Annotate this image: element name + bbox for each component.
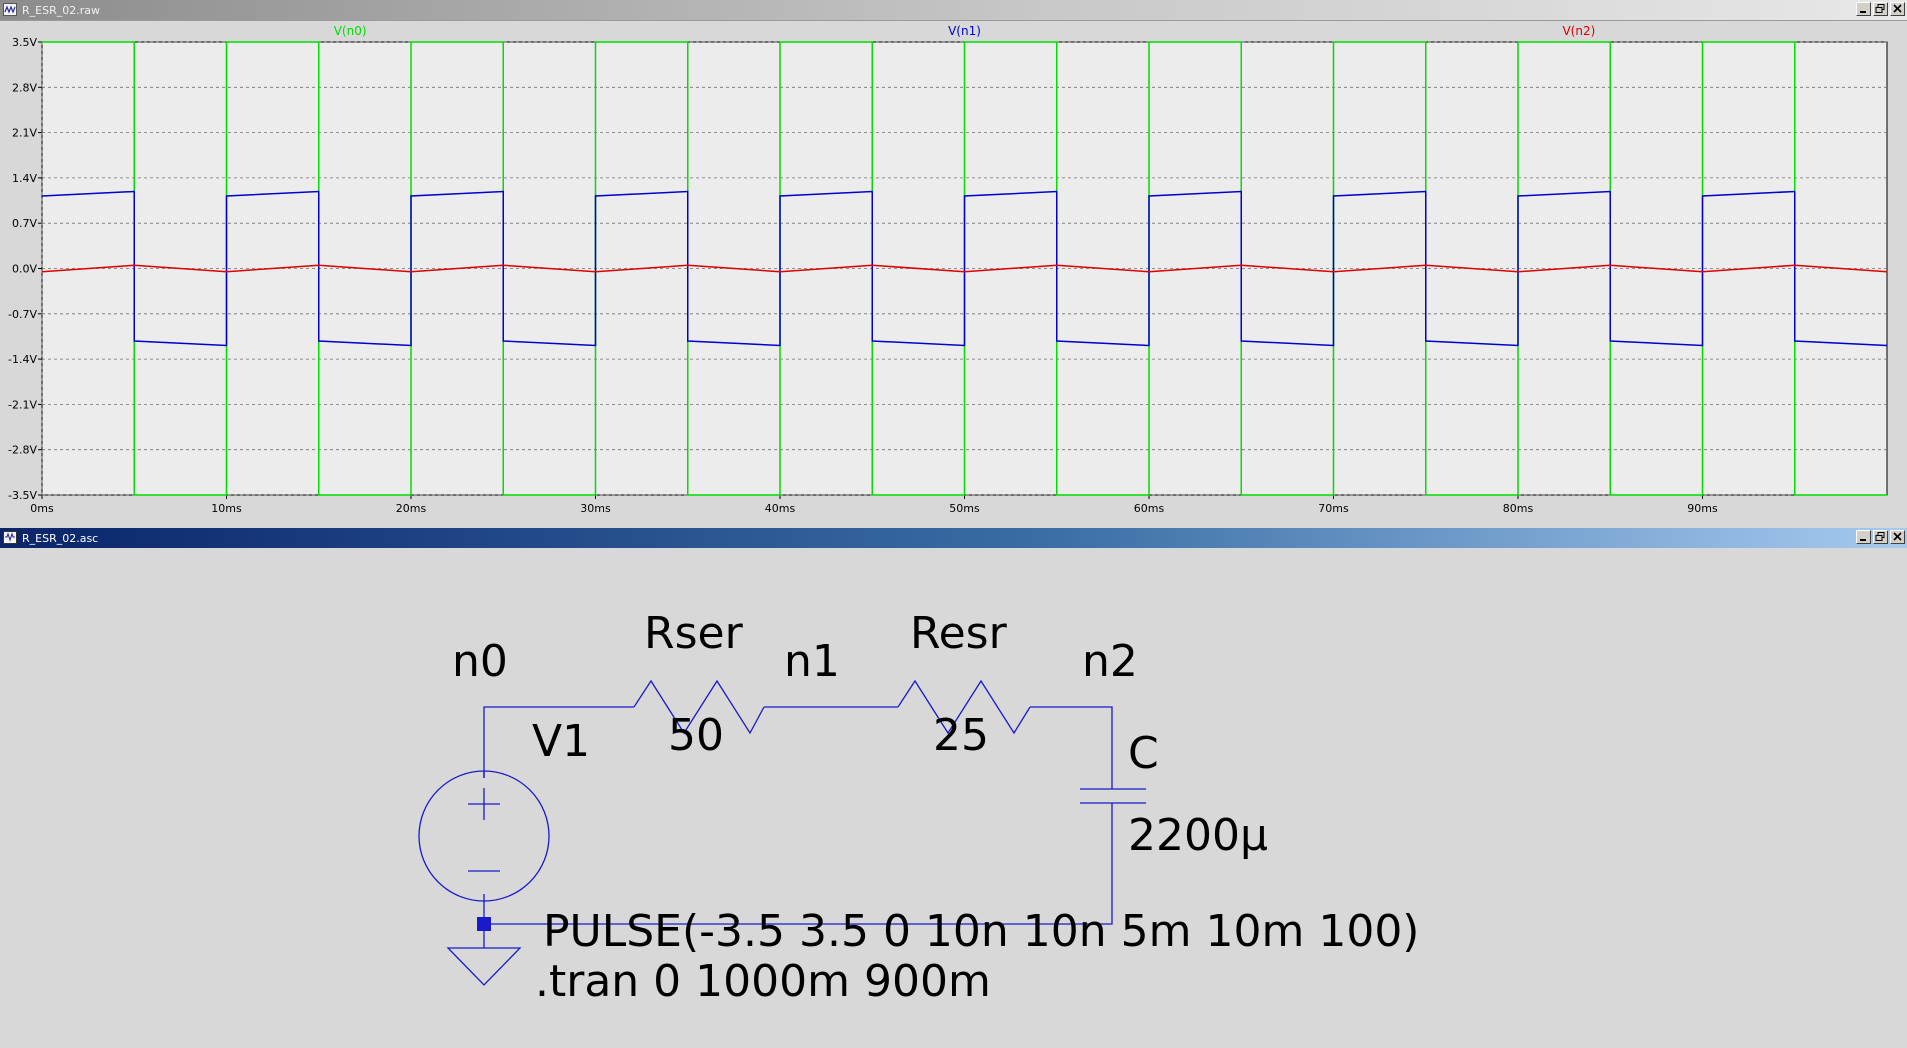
x-tick-label: 20ms <box>396 502 427 515</box>
schematic-titlebar[interactable]: R_ESR_02.asc <box>0 528 1907 548</box>
y-tick-label: -2.1V <box>8 398 37 411</box>
schematic-drawing[interactable]: n0 n1 n2 Rser 50 Resr 25 V1 C 2200µ PULS… <box>0 548 1907 1048</box>
y-tick-label: -3.5V <box>8 489 37 502</box>
schematic-window-controls <box>1856 530 1905 544</box>
y-tick-label: -2.8V <box>8 444 37 457</box>
waveform-window-controls <box>1856 2 1905 16</box>
close-icon <box>1893 4 1902 13</box>
rser-name: Rser <box>644 608 744 659</box>
close-icon <box>1893 532 1902 541</box>
ground-symbol[interactable] <box>446 947 522 986</box>
capacitor-name: C <box>1128 728 1159 779</box>
resr-name: Resr <box>910 608 1008 659</box>
close-button[interactable] <box>1890 530 1905 544</box>
minimize-icon <box>1860 11 1866 13</box>
trace-label[interactable]: V(n0) <box>334 24 367 38</box>
x-tick-label: 50ms <box>949 502 980 515</box>
close-button[interactable] <box>1890 2 1905 16</box>
x-tick-label: 30ms <box>580 502 611 515</box>
pulse-directive[interactable]: PULSE(-3.5 3.5 0 10n 10n 5m 10m 100) <box>543 906 1419 957</box>
y-tick-label: -0.7V <box>8 308 37 321</box>
x-tick-label: 10ms <box>211 502 242 515</box>
waveform-plot[interactable]: 3.5V 2.8V 2.1V 1.4V 0.7V 0.0V -0.7V -1.4V -2.1V -… <box>0 20 1907 528</box>
y-tick-label: 2.8V <box>12 81 37 94</box>
y-tick-label: 0.7V <box>12 217 37 230</box>
schematic-app-icon <box>3 531 17 544</box>
resr-value: 25 <box>933 710 989 761</box>
x-tick-label: 0ms <box>30 502 54 515</box>
restore-icon <box>1875 4 1885 13</box>
schematic-canvas[interactable]: n0 n1 n2 Rser 50 Resr 25 V1 C 2200µ PULS… <box>0 548 1907 1048</box>
restore-button[interactable] <box>1873 2 1888 16</box>
x-tick-label: 40ms <box>765 502 796 515</box>
rser-value: 50 <box>668 710 724 761</box>
trace-vn1 <box>41 190 1888 347</box>
waveform-plot-pane[interactable]: 3.5V 2.8V 2.1V 1.4V 0.7V 0.0V -0.7V -1.4V -2.1V -… <box>0 20 1907 528</box>
waveform-app-icon <box>3 3 17 16</box>
x-tick-label: 90ms <box>1687 502 1718 515</box>
node-label-n0: n0 <box>452 636 508 687</box>
voltage-source-symbol[interactable] <box>418 770 550 902</box>
x-tick-label: 70ms <box>1318 502 1349 515</box>
restore-button[interactable] <box>1873 530 1888 544</box>
y-tick-label: 3.5V <box>12 36 37 49</box>
trace-label[interactable]: V(n1) <box>948 24 981 38</box>
minimize-icon <box>1860 539 1866 541</box>
x-tick-label: 60ms <box>1134 502 1165 515</box>
capacitor-value: 2200µ <box>1128 810 1268 861</box>
y-tick-label: 2.1V <box>12 127 37 140</box>
y-tick-label: -1.4V <box>8 353 37 366</box>
trace-label[interactable]: V(n2) <box>1562 24 1595 38</box>
waveform-titlebar[interactable]: R_ESR_02.raw <box>0 0 1907 21</box>
junction-node[interactable] <box>477 917 491 931</box>
y-tick-label: 1.4V <box>12 172 37 185</box>
tran-directive[interactable]: .tran 0 1000m 900m <box>535 956 991 1007</box>
minimize-button[interactable] <box>1856 2 1871 16</box>
y-tick-label: 0.0V <box>12 263 37 276</box>
node-label-n2: n2 <box>1082 636 1138 687</box>
x-tick-label: 80ms <box>1503 502 1534 515</box>
schematic-window: R_ESR_02.asc n0 n1 n2 Rser 50 Resr 25 V1… <box>0 528 1907 1048</box>
restore-icon <box>1875 532 1885 541</box>
minimize-button[interactable] <box>1856 530 1871 544</box>
source-name: V1 <box>532 716 590 767</box>
wire-resr-to-c[interactable] <box>1030 706 1113 775</box>
node-label-n1: n1 <box>784 636 840 687</box>
waveform-window: R_ESR_02.raw 3.5V 2.8V 2.1V 1.4V 0.7V 0.0V -0.… <box>0 0 1907 528</box>
